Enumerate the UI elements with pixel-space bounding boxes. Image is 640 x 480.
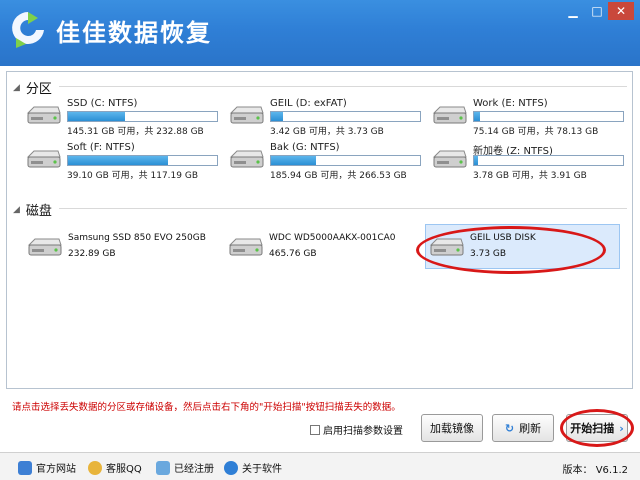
refresh-button[interactable]: ↻ 刷新	[492, 414, 554, 442]
collapse-arrow-icon[interactable]: ◢	[13, 83, 20, 93]
usage-bar	[473, 111, 624, 122]
usage-bar	[67, 111, 218, 122]
support-label: 客服QQ	[106, 464, 142, 475]
load-image-label: 加载镜像	[430, 422, 474, 435]
minimize-button[interactable]: ▁	[560, 2, 586, 20]
highlight-circle	[560, 409, 634, 447]
disk-tile[interactable]: Samsung SSD 850 EVO 250GB 232.89 GB	[23, 224, 218, 269]
section-divider	[59, 208, 627, 209]
app-title: 佳佳数据恢复	[56, 19, 212, 47]
hard-drive-icon	[228, 236, 264, 258]
scan-params-checkbox[interactable]: 启用扫描参数设置	[310, 422, 403, 437]
partition-tile[interactable]: Soft (F: NTFS) 39.10 GB 可用，共 117.19 GB	[23, 140, 219, 181]
disks-header: ◢ 磁盘	[13, 200, 52, 219]
partition-size: 39.10 GB 可用，共 117.19 GB	[67, 171, 198, 181]
hard-drive-icon	[229, 148, 265, 170]
usage-fill	[271, 156, 316, 165]
highlight-circle	[416, 226, 606, 274]
partition-tile[interactable]: Bak (G: NTFS) 185.94 GB 可用，共 266.53 GB	[226, 140, 422, 181]
disk-name: Samsung SSD 850 EVO 250GB	[68, 233, 206, 243]
usage-bar	[270, 155, 421, 166]
partition-name: Soft (F: NTFS)	[67, 142, 135, 153]
disk-tile[interactable]: WDC WD5000AAKX-001CA0 465.76 GB	[224, 224, 419, 269]
close-button[interactable]: ✕	[608, 2, 634, 20]
website-label: 官方网站	[36, 464, 76, 475]
device-panel: ◢ 分区 SSD (C: NTFS) 145.31 GB 可用，共 232.88 …	[6, 71, 633, 389]
registered-link[interactable]: 已经注册	[156, 460, 214, 475]
about-link[interactable]: 关于软件	[224, 460, 282, 475]
partitions-label: 分区	[25, 82, 52, 97]
info-icon	[224, 460, 238, 475]
refresh-label: 刷新	[519, 422, 542, 435]
scan-params-label: 启用扫描参数设置	[323, 426, 403, 437]
disk-name: WDC WD5000AAKX-001CA0	[269, 233, 396, 243]
partition-tile[interactable]: GEIL (D: exFAT) 3.42 GB 可用，共 3.73 GB	[226, 96, 422, 137]
partition-tile[interactable]: SSD (C: NTFS) 145.31 GB 可用，共 232.88 GB	[23, 96, 219, 137]
partition-size: 75.14 GB 可用，共 78.13 GB	[473, 127, 599, 137]
usage-fill	[68, 112, 125, 121]
section-divider	[59, 86, 627, 87]
link-icon	[156, 460, 170, 475]
maximize-button[interactable]: □	[584, 2, 610, 20]
usage-fill	[271, 112, 283, 121]
partition-name: Bak (G: NTFS)	[270, 142, 340, 153]
partition-tile[interactable]: Work (E: NTFS) 75.14 GB 可用，共 78.13 GB	[429, 96, 625, 137]
registered-label: 已经注册	[174, 464, 214, 475]
checkbox-box[interactable]	[310, 424, 320, 435]
hint-text: 请点击选择丢失数据的分区或存储设备，然后点击右下角的"开始扫描"按钮扫描丢失的数…	[12, 402, 401, 413]
usage-fill	[474, 112, 480, 121]
partition-size: 3.42 GB 可用，共 3.73 GB	[270, 127, 384, 137]
hard-drive-icon	[229, 104, 265, 126]
ie-icon	[18, 460, 32, 475]
refresh-icon: ↻	[504, 421, 515, 435]
hard-drive-icon	[432, 148, 468, 170]
disk-size: 465.76 GB	[269, 249, 317, 259]
partitions-header: ◢ 分区	[13, 78, 52, 97]
support-link[interactable]: 客服QQ	[88, 460, 142, 475]
about-label: 关于软件	[242, 464, 282, 475]
app-logo-icon	[12, 12, 44, 48]
load-image-button[interactable]: 加载镜像	[421, 414, 483, 442]
version-text: 版本： V6.1.2	[562, 465, 628, 476]
hard-drive-icon	[432, 104, 468, 126]
qq-icon	[88, 460, 102, 475]
website-link[interactable]: 官方网站	[18, 460, 76, 475]
hard-drive-icon	[26, 104, 62, 126]
partition-name: Work (E: NTFS)	[473, 98, 548, 109]
partition-tile[interactable]: 新加卷 (Z: NTFS) 3.78 GB 可用，共 3.91 GB	[429, 140, 625, 181]
title-bar: 佳佳数据恢复 ▁ □ ✕	[0, 0, 640, 66]
usage-bar	[270, 111, 421, 122]
footer-bar: 官方网站 客服QQ 已经注册 关于软件 版本： V6.1.2	[0, 452, 640, 480]
partition-name: SSD (C: NTFS)	[67, 98, 138, 109]
usage-bar	[67, 155, 218, 166]
disks-label: 磁盘	[25, 204, 52, 219]
disk-size: 232.89 GB	[68, 249, 116, 259]
usage-bar	[473, 155, 624, 166]
partition-size: 185.94 GB 可用，共 266.53 GB	[270, 171, 407, 181]
hard-drive-icon	[26, 148, 62, 170]
partition-size: 145.31 GB 可用，共 232.88 GB	[67, 127, 204, 137]
partition-size: 3.78 GB 可用，共 3.91 GB	[473, 171, 587, 181]
hard-drive-icon	[27, 236, 63, 258]
usage-fill	[474, 156, 479, 165]
collapse-arrow-icon[interactable]: ◢	[13, 205, 20, 215]
usage-fill	[68, 156, 168, 165]
partition-name: GEIL (D: exFAT)	[270, 98, 347, 109]
